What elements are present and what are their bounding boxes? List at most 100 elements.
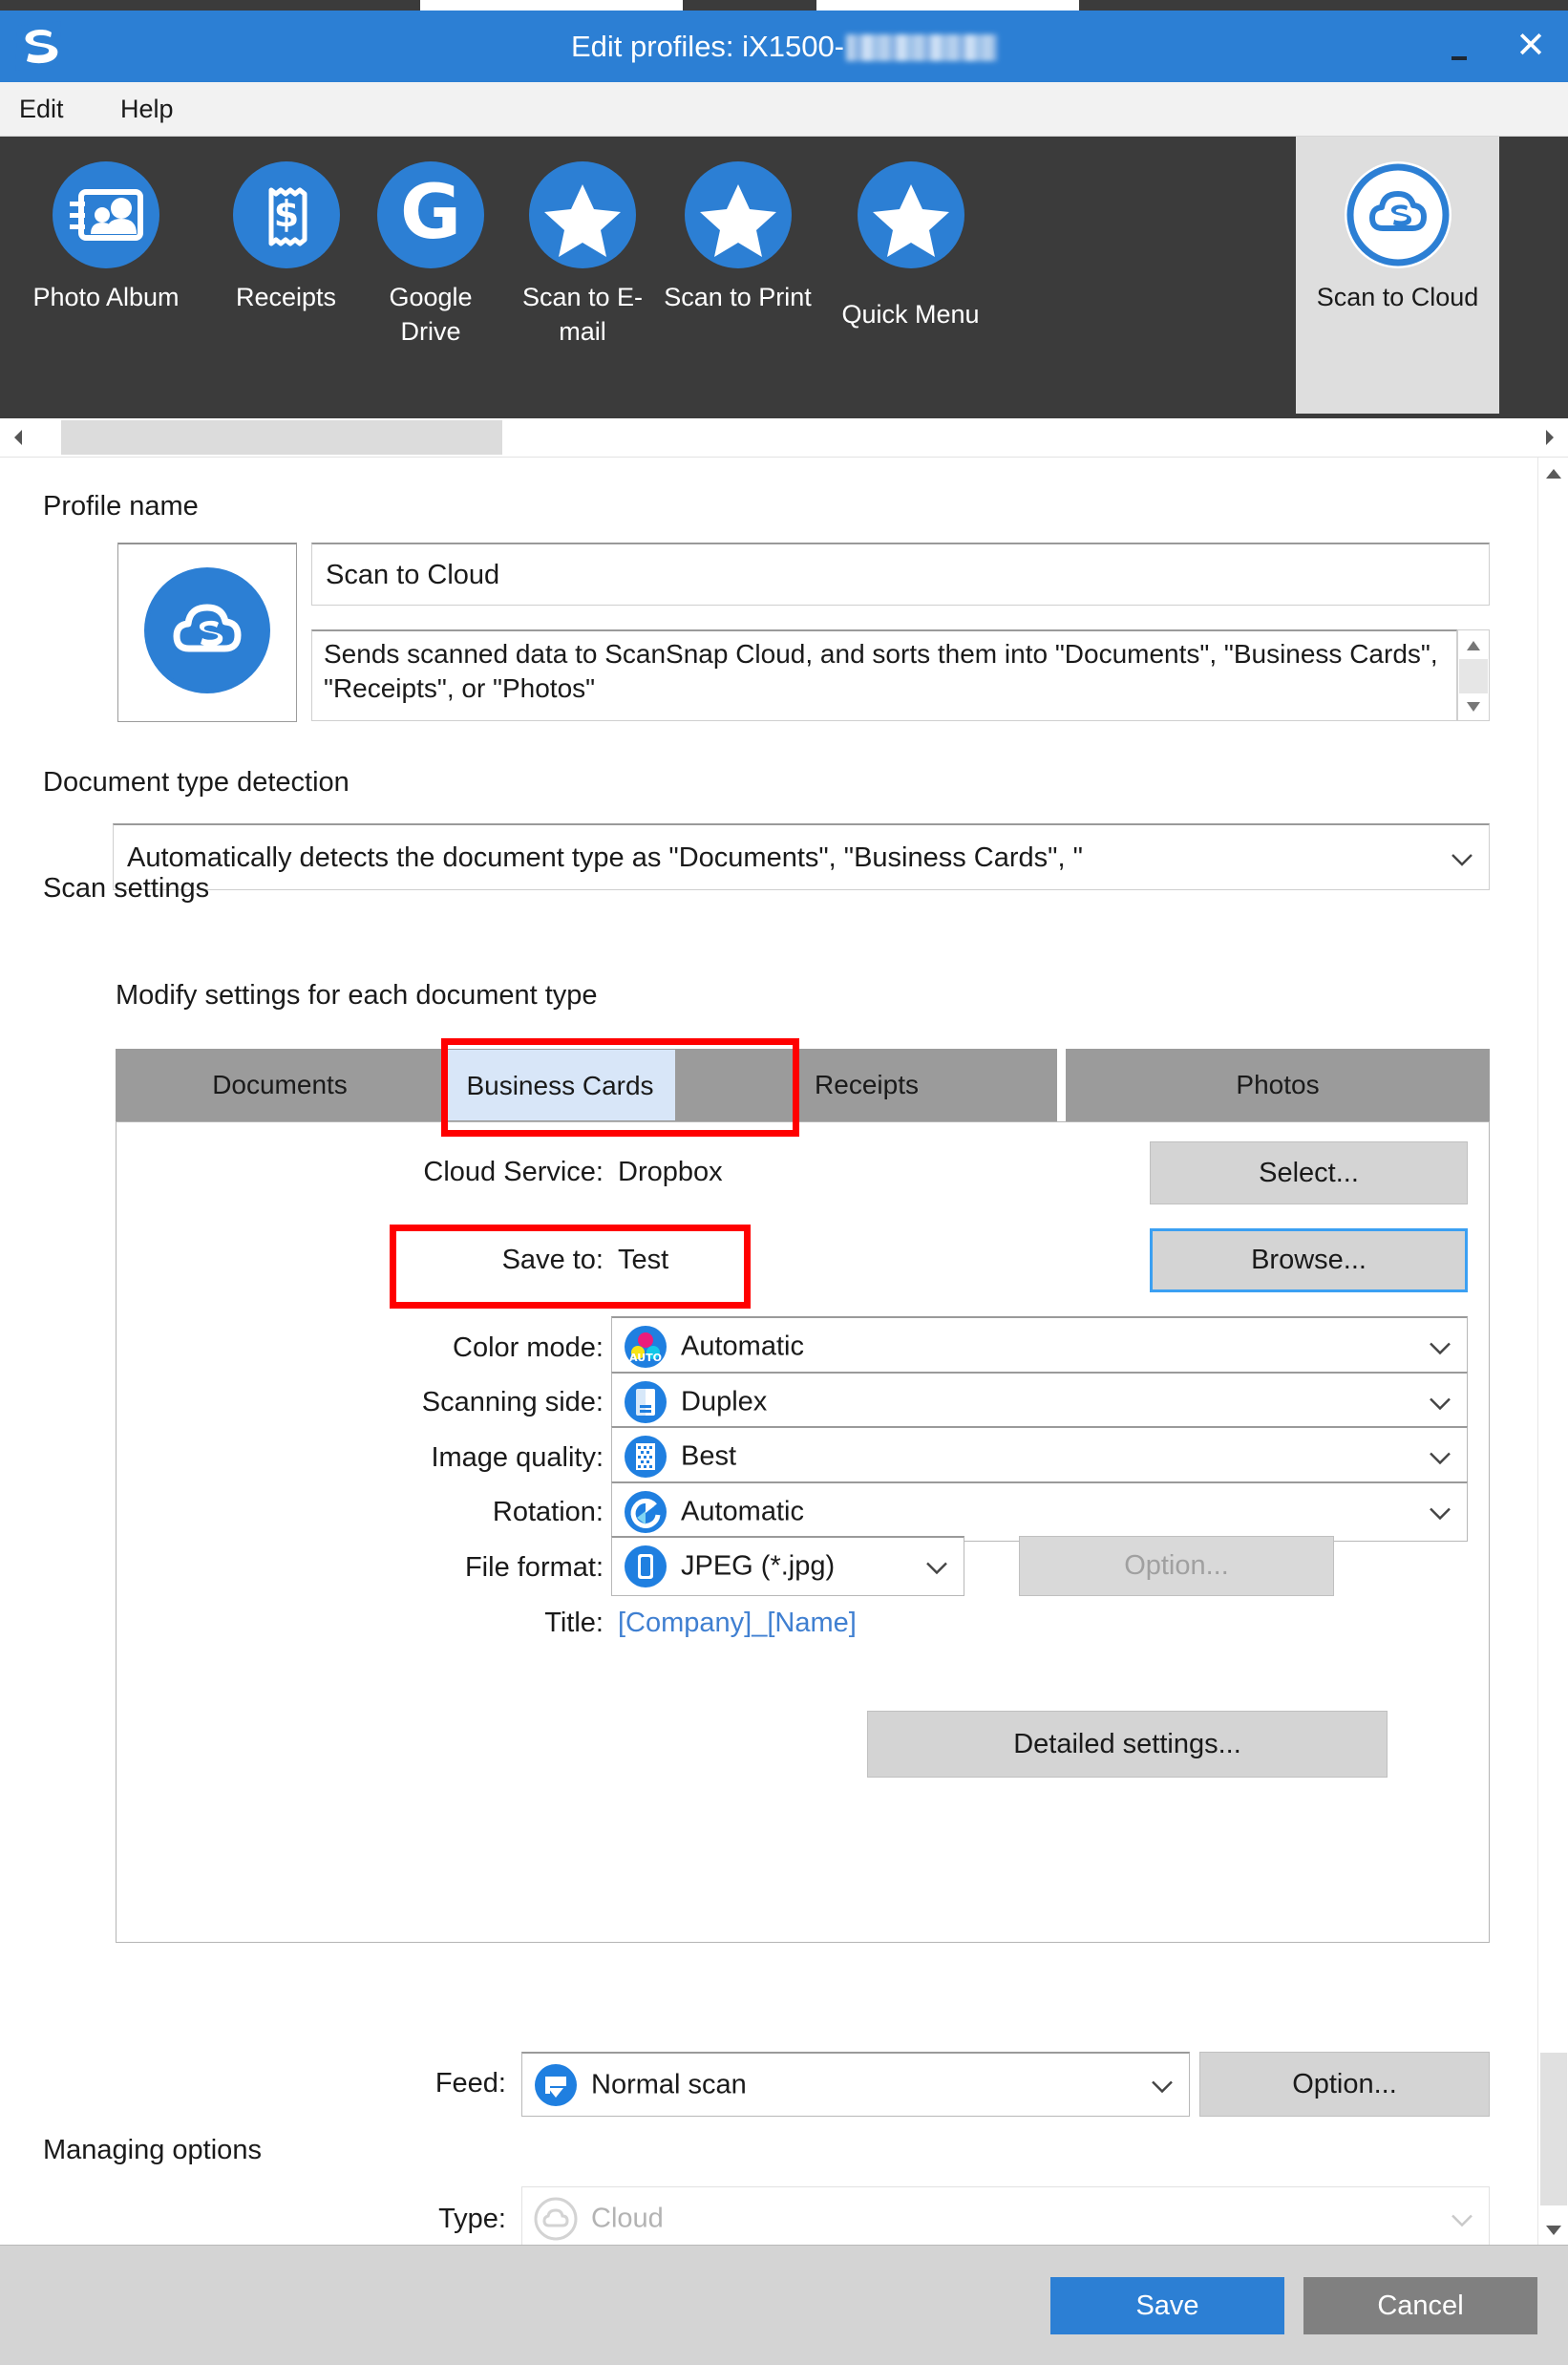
chevron-down-icon	[1429, 1387, 1451, 1418]
title-link[interactable]: [Company]_[Name]	[618, 1608, 857, 1639]
managing-options-label: Managing options	[43, 2135, 262, 2165]
file-format-option-button: Option...	[1019, 1536, 1334, 1596]
rotation-value: Automatic	[681, 1496, 804, 1527]
detailed-settings-button[interactable]: Detailed settings...	[867, 1711, 1388, 1778]
profile-tab-label: Quick Menu	[841, 300, 980, 329]
profile-tab-receipts[interactable]: $ Receipts	[212, 137, 360, 414]
google-drive-icon: G	[377, 161, 484, 268]
feed-option-button[interactable]: Option...	[1199, 2052, 1490, 2117]
window-chrome-strip	[0, 0, 1568, 11]
feed-select[interactable]: Normal scan	[521, 2052, 1190, 2117]
browse-button[interactable]: Browse...	[1150, 1228, 1468, 1292]
profile-description-scrollbar[interactable]	[1457, 629, 1490, 721]
chevron-down-icon	[1429, 1497, 1451, 1528]
profile-tab-scan-to-cloud[interactable]: Scan to Cloud	[1296, 137, 1499, 414]
chevron-down-icon	[1151, 2069, 1174, 2100]
managing-type-select: Cloud	[521, 2186, 1490, 2251]
scroll-down-arrow-icon[interactable]	[1458, 692, 1489, 720]
profile-tab-label: Scan to Print	[664, 283, 812, 311]
menu-bar: Edit Help	[0, 82, 1568, 137]
managing-type-value: Cloud	[591, 2203, 664, 2234]
profile-tab-label: Receipts	[235, 283, 337, 311]
feed-label: Feed:	[434, 2068, 506, 2099]
profile-tab-scan-to-email[interactable]: Scan to E-mail	[501, 137, 664, 414]
color-mode-select[interactable]: AUTO Automatic	[611, 1316, 1468, 1376]
profile-tab-scan-to-print[interactable]: Scan to Print	[664, 137, 812, 414]
rotation-select[interactable]: Automatic	[611, 1481, 1468, 1542]
duplex-icon	[624, 1380, 667, 1424]
edit-profiles-window: Edit profiles: iX1500- ✕ Edit Help Photo…	[0, 0, 1568, 2365]
scroll-down-arrow-icon[interactable]	[1538, 2214, 1568, 2245]
close-icon[interactable]: ✕	[1497, 11, 1564, 82]
minimize-button[interactable]	[1425, 11, 1492, 82]
scanning-side-value: Duplex	[681, 1386, 768, 1417]
chrome-fragment-left	[420, 0, 683, 11]
profile-tab-label: Scan to E-mail	[521, 283, 644, 347]
rotate-icon	[624, 1490, 667, 1534]
document-type-tabs: Documents Business Cards Receipts Photos	[116, 1049, 1490, 1121]
image-quality-value: Best	[681, 1440, 737, 1472]
file-icon	[624, 1545, 667, 1588]
cancel-button[interactable]: Cancel	[1303, 2277, 1537, 2334]
svg-text:AUTO: AUTO	[629, 1352, 662, 1364]
rotation-label: Rotation:	[492, 1497, 604, 1527]
profile-tab-photo-album[interactable]: Photo Album	[0, 137, 212, 414]
annotation-box-save-to-row	[390, 1225, 751, 1309]
color-mode-label: Color mode:	[453, 1332, 604, 1363]
color-auto-icon: AUTO	[624, 1325, 667, 1369]
profile-tab-google-drive[interactable]: G Google Drive	[360, 137, 501, 414]
profile-tab-label: Photo Album	[32, 283, 180, 311]
image-quality-select[interactable]: Best	[611, 1426, 1468, 1486]
title-label: Title:	[544, 1608, 604, 1638]
star-icon	[529, 161, 636, 268]
horizontal-scroll-thumb[interactable]	[61, 420, 502, 455]
feed-value: Normal scan	[591, 2069, 747, 2099]
scroll-up-arrow-icon[interactable]	[1458, 630, 1489, 659]
profile-description-input[interactable]: Sends scanned data to ScanSnap Cloud, an…	[311, 629, 1457, 721]
receipt-icon: $	[232, 161, 340, 268]
toolbar-horizontal-scrollbar[interactable]	[0, 418, 1568, 458]
save-button[interactable]: Save	[1050, 2277, 1284, 2334]
profile-name-section-label: Profile name	[43, 491, 199, 522]
chevron-down-icon	[925, 1551, 948, 1583]
tab-photos[interactable]: Photos	[1066, 1049, 1490, 1121]
redacted-title-text	[846, 34, 998, 61]
title-bar: Edit profiles: iX1500- ✕	[0, 11, 1568, 82]
type-label: Type:	[438, 2204, 506, 2234]
profile-icon-box[interactable]	[117, 543, 297, 722]
quality-icon	[624, 1435, 667, 1479]
scroll-right-arrow-icon[interactable]	[1532, 418, 1568, 457]
image-quality-label: Image quality:	[431, 1442, 604, 1473]
chevron-down-icon	[1451, 825, 1473, 889]
vertical-scroll-thumb[interactable]	[1540, 2053, 1567, 2205]
description-scroll-thumb[interactable]	[1459, 659, 1488, 693]
file-format-label: File format:	[464, 1552, 604, 1583]
star-icon	[684, 161, 792, 268]
profile-tab-quick-menu[interactable]: Quick Menu	[812, 137, 1009, 414]
scanning-side-select[interactable]: Duplex	[611, 1372, 1468, 1432]
profile-name-input[interactable]: Scan to Cloud	[311, 543, 1490, 606]
color-mode-value: Automatic	[681, 1331, 804, 1362]
scroll-left-arrow-icon[interactable]	[0, 418, 36, 457]
select-button[interactable]: Select...	[1150, 1141, 1468, 1204]
profile-toolbar: Photo Album $ Receipts G Google Drive Sc…	[0, 137, 1568, 414]
dialog-footer: Save Cancel	[0, 2245, 1568, 2365]
window-title: Edit profiles: iX1500-	[0, 11, 1568, 82]
cloud-service-label: Cloud Service:	[423, 1157, 604, 1187]
file-format-value: JPEG (*.jpg)	[681, 1550, 836, 1582]
scroll-up-arrow-icon[interactable]	[1538, 458, 1568, 488]
menu-item-edit[interactable]: Edit	[6, 82, 77, 136]
svg-text:G: G	[400, 170, 461, 256]
chevron-down-icon	[1429, 1332, 1451, 1363]
scansnap-cloud-icon	[144, 567, 270, 693]
file-format-select[interactable]: JPEG (*.jpg)	[611, 1536, 964, 1596]
tab-documents[interactable]: Documents	[116, 1049, 444, 1121]
content-vertical-scrollbar[interactable]	[1537, 458, 1568, 2245]
star-icon	[857, 161, 964, 268]
document-type-detection-label: Document type detection	[43, 767, 350, 798]
annotation-box-business-cards-tab	[441, 1038, 799, 1137]
document-type-detection-select[interactable]: Automatically detects the document type …	[113, 823, 1490, 890]
tab-divider	[1057, 1049, 1066, 1121]
chevron-down-icon	[1451, 2204, 1473, 2235]
menu-item-help[interactable]: Help	[107, 82, 187, 136]
